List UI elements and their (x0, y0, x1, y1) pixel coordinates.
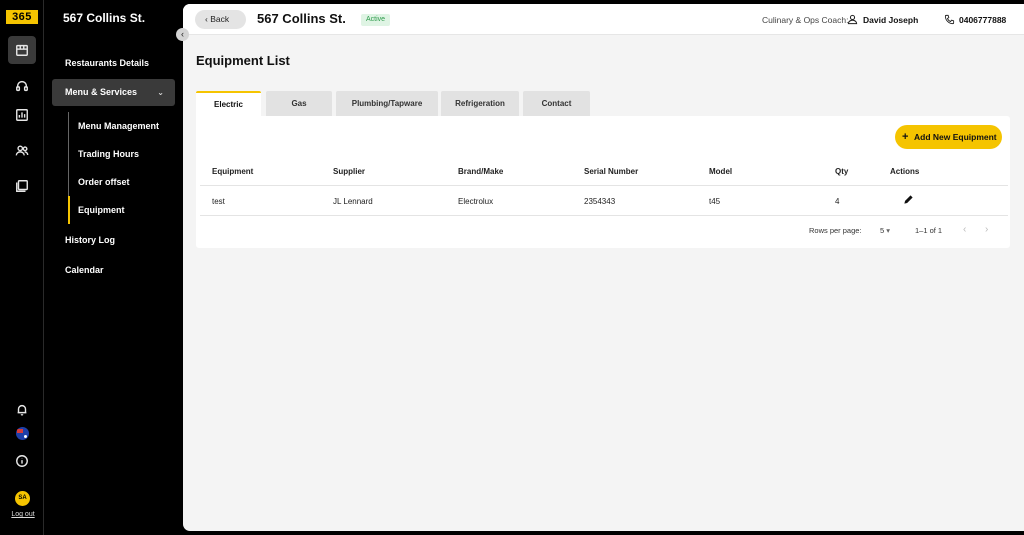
pagination-range: 1–1 of 1 (915, 226, 943, 235)
cell-supplier: JL Lennard (333, 197, 373, 206)
library-icon[interactable] (8, 172, 36, 200)
next-page-icon[interactable]: › (985, 224, 988, 235)
bell-icon[interactable] (8, 396, 36, 424)
coach-phone: 0406777888 (959, 15, 1007, 25)
plus-icon: + (902, 131, 909, 143)
column-header-brand[interactable]: Brand/Make (458, 167, 503, 176)
sidebar-item-menu-management[interactable]: Menu Management (78, 121, 159, 131)
tab-refrigeration[interactable]: Refrigeration (441, 91, 519, 116)
submenu-active-indicator (68, 196, 70, 224)
section-title: Equipment List (196, 53, 290, 68)
main-panel: ‹ Back 567 Collins St. Active Culinary &… (183, 4, 1024, 531)
column-header-equipment[interactable]: Equipment (212, 167, 253, 176)
cell-qty: 4 (835, 197, 840, 206)
rows-per-page-select[interactable]: 5 ▾ (880, 226, 890, 235)
headset-icon[interactable] (8, 72, 36, 100)
cell-equipment: test (212, 197, 225, 206)
sidebar-title: 567 Collins St. (63, 11, 146, 25)
australia-flag-icon[interactable] (16, 427, 29, 440)
phone-icon (944, 14, 955, 25)
add-equipment-label: Add New Equipment (914, 132, 997, 142)
rows-per-page-label: Rows per page: (809, 226, 862, 235)
column-header-actions: Actions (890, 167, 920, 176)
cell-serial: 2354343 (584, 197, 616, 206)
column-header-model[interactable]: Model (709, 167, 732, 176)
sidebar-item-trading-hours[interactable]: Trading Hours (78, 149, 139, 159)
sidebar-item-menu-services[interactable]: Menu & Services ⌄ (52, 79, 175, 106)
tab-contact[interactable]: Contact (523, 91, 590, 116)
icon-rail: 365 SA Log out (0, 0, 44, 535)
top-bar: ‹ Back 567 Collins St. Active Culinary &… (183, 4, 1024, 35)
chevron-left-icon: ‹ (205, 14, 208, 24)
coach-label: Culinary & Ops Coach: (762, 15, 849, 25)
info-icon[interactable] (8, 447, 36, 475)
equipment-card: + Add New Equipment Equipment Supplier B… (196, 116, 1010, 248)
coach-name: David Joseph (863, 15, 919, 25)
tab-electric[interactable]: Electric (196, 91, 261, 116)
edit-icon[interactable] (903, 194, 914, 205)
column-header-serial[interactable]: Serial Number (584, 167, 638, 176)
logout-link[interactable]: Log out (5, 511, 41, 518)
avatar[interactable]: SA (15, 491, 30, 506)
previous-page-icon[interactable]: ‹ (963, 224, 966, 235)
column-header-supplier[interactable]: Supplier (333, 167, 365, 176)
back-button[interactable]: ‹ Back (195, 10, 246, 29)
sidebar: 567 Collins St. Restaurants Details Menu… (44, 0, 183, 535)
tab-plumbing-tapware[interactable]: Plumbing/Tapware (336, 91, 438, 116)
sidebar-item-equipment[interactable]: Equipment (78, 205, 125, 215)
store-icon[interactable] (8, 36, 36, 64)
sidebar-item-history-log[interactable]: History Log (65, 235, 115, 245)
sidebar-item-restaurant-details[interactable]: Restaurants Details (65, 58, 149, 68)
add-equipment-button[interactable]: + Add New Equipment (895, 125, 1002, 149)
users-icon[interactable] (8, 137, 36, 165)
rows-per-page-value: 5 (880, 226, 885, 235)
caret-down-icon: ▾ (886, 226, 891, 235)
chevron-down-icon: ⌄ (157, 88, 164, 97)
page-title: 567 Collins St. (257, 11, 346, 26)
user-icon (847, 14, 858, 25)
app-logo[interactable]: 365 (6, 10, 38, 24)
tab-gas[interactable]: Gas (266, 91, 332, 116)
row-divider (200, 215, 1008, 216)
sidebar-item-order-offset[interactable]: Order offset (78, 177, 130, 187)
back-button-label: Back (210, 14, 230, 24)
sidebar-item-calendar[interactable]: Calendar (65, 265, 104, 275)
status-badge: Active (361, 14, 391, 26)
column-header-qty[interactable]: Qty (835, 167, 848, 176)
collapse-sidebar-button[interactable]: ‹ (176, 28, 189, 41)
cell-brand: Electrolux (458, 197, 494, 206)
report-icon[interactable] (8, 101, 36, 129)
sidebar-item-label: Menu & Services (65, 87, 138, 97)
header-divider (200, 185, 1008, 186)
cell-model: t45 (709, 197, 721, 206)
